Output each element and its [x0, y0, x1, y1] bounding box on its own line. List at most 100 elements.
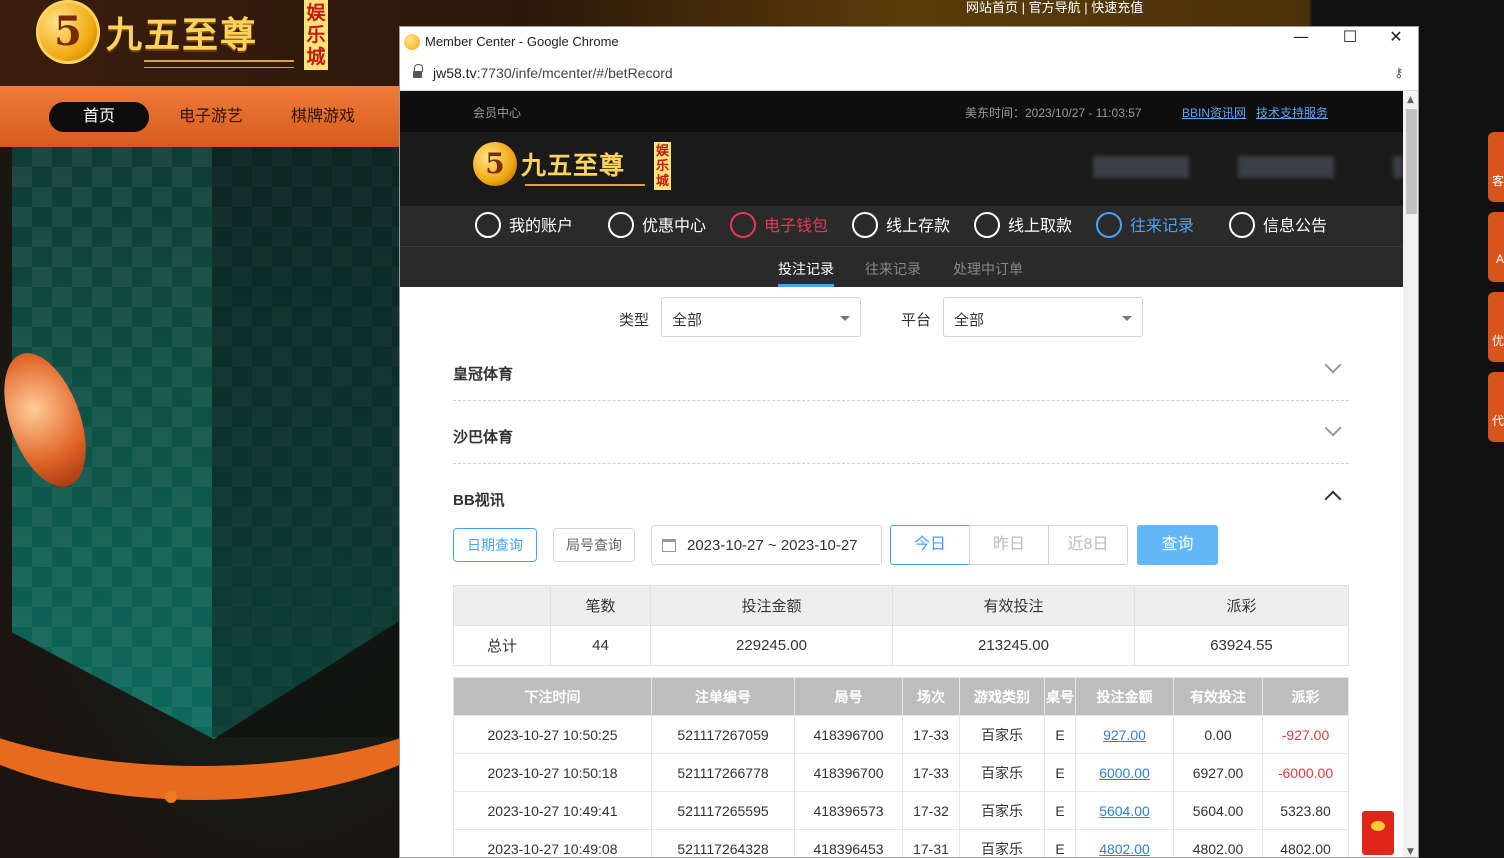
- detail-header: 局号: [794, 677, 903, 716]
- side-tab-service[interactable]: 客: [1488, 132, 1504, 202]
- title-bar[interactable]: Member Center - Google Chrome — ☐ ✕: [400, 27, 1418, 57]
- chevron-down-icon: [1324, 419, 1342, 437]
- search-button[interactable]: 查询: [1137, 525, 1218, 565]
- close-button[interactable]: ✕: [1373, 27, 1418, 57]
- round-query-button[interactable]: 局号查询: [553, 528, 635, 562]
- summary-header-row: 笔数 投注金额 有效投注 派彩: [453, 585, 1349, 626]
- tech-support-link[interactable]: 技术支持服务: [1256, 104, 1328, 121]
- tab-bet-records[interactable]: 投注记录: [778, 259, 834, 279]
- summary-header: 投注金额: [650, 585, 893, 626]
- yesterday-button[interactable]: 昨日: [969, 525, 1049, 565]
- vertical-scrollbar[interactable]: ▲ ▼: [1403, 91, 1418, 857]
- logo-tag: 娱乐城: [304, 0, 328, 70]
- bbin-info-link[interactable]: BBIN资讯网: [1182, 104, 1246, 121]
- table-cell: E: [1044, 791, 1076, 830]
- mc-logo[interactable]: 5 九五至尊 娱乐城: [473, 142, 673, 198]
- type-label: 类型: [619, 312, 650, 329]
- platform-select[interactable]: 全部: [943, 297, 1143, 337]
- side-tab-agent[interactable]: 代: [1488, 372, 1504, 442]
- table-cell: 521117266778: [651, 753, 795, 792]
- bg-logo[interactable]: 5 九五至尊 娱乐城: [36, 0, 328, 78]
- bet-detail-table: 下注时间 注单编号 局号 场次 游戏类别 桌号 投注金额 有效投注 派彩 202…: [453, 677, 1349, 857]
- table-cell: 4802.00: [1262, 829, 1349, 857]
- page-content: 会员中心 美东时间：2023/10/27 - 11:03:57 BBIN资讯网 …: [400, 91, 1403, 857]
- today-button[interactable]: 今日: [890, 525, 970, 565]
- bet-amount-link[interactable]: 4802.00: [1075, 829, 1174, 857]
- table-cell: 521117264328: [651, 829, 795, 857]
- mc-logo-coin-icon: 5: [473, 142, 517, 186]
- address-bar[interactable]: jw58.tv:7730/infe/mcenter/#/betRecord ⚷: [400, 57, 1418, 91]
- detail-header: 游戏类别: [959, 677, 1045, 716]
- section-saba-sports[interactable]: 沙巴体育: [453, 402, 1349, 464]
- date-range-input[interactable]: 2023-10-27 ~ 2023-10-27: [651, 525, 882, 565]
- nav-records[interactable]: 往来记录: [1096, 211, 1194, 240]
- url-text[interactable]: jw58.tv:7730/infe/mcenter/#/betRecord: [433, 65, 673, 81]
- nav-label: 我的账户: [509, 218, 574, 235]
- east-us-time: 美东时间：2023/10/27 - 11:03:57: [965, 106, 1142, 120]
- logo-ornament: [144, 60, 294, 68]
- table-cell: 百家乐: [959, 753, 1045, 792]
- red-envelope-icon[interactable]: [1362, 811, 1394, 855]
- bet-amount-link[interactable]: 5604.00: [1075, 791, 1174, 830]
- bg-nav-home[interactable]: 首页: [49, 102, 149, 132]
- section-title: BB视讯: [453, 492, 505, 509]
- last-8-days-button[interactable]: 近8日: [1048, 525, 1128, 565]
- table-cell: 百家乐: [959, 715, 1045, 754]
- nav-label: 信息公告: [1263, 218, 1328, 235]
- nav-promotions[interactable]: 优惠中心: [608, 211, 706, 240]
- window-title: Member Center - Google Chrome: [425, 34, 619, 49]
- table-cell: 6927.00: [1173, 753, 1263, 792]
- scroll-up-icon[interactable]: ▲: [1407, 95, 1414, 105]
- key-icon[interactable]: ⚷: [1394, 66, 1404, 81]
- member-center-label: 会员中心: [473, 106, 522, 120]
- scrollbar-thumb[interactable]: [1406, 109, 1417, 214]
- nav-my-account[interactable]: 我的账户: [475, 211, 574, 240]
- table-cell: 521117267059: [651, 715, 795, 754]
- table-cell: E: [1044, 829, 1076, 857]
- lock-icon: [413, 64, 423, 79]
- maximize-button[interactable]: ☐: [1327, 27, 1373, 57]
- wallet-icon: [730, 211, 756, 238]
- nav-withdraw[interactable]: 线上取款: [974, 211, 1072, 240]
- summary-table: 笔数 投注金额 有效投注 派彩 总计 44 229245.00 213245.0…: [453, 585, 1349, 666]
- calendar-icon: [662, 539, 676, 552]
- bet-amount-link[interactable]: 6000.00: [1075, 753, 1174, 792]
- side-tab-promo[interactable]: 优: [1488, 292, 1504, 362]
- section-crown-sports[interactable]: 皇冠体育: [453, 339, 1349, 401]
- nav-deposit[interactable]: 线上存款: [852, 211, 951, 240]
- section-bb-live[interactable]: BB视讯: [453, 465, 1349, 527]
- detail-header: 派彩: [1262, 677, 1349, 716]
- tab-pending-orders[interactable]: 处理中订单: [953, 259, 1023, 279]
- side-tab-app[interactable]: A: [1488, 212, 1504, 282]
- detail-header: 有效投注: [1173, 677, 1263, 716]
- table-cell: 17-33: [902, 753, 960, 792]
- summary-cell: 229245.00: [650, 625, 893, 666]
- mc-logo-ornament: [525, 184, 645, 190]
- scroll-down-icon[interactable]: ▼: [1407, 847, 1414, 857]
- nav-label: 线上存款: [886, 218, 951, 235]
- deposit-icon: [852, 211, 878, 238]
- table-cell: 418396700: [794, 715, 903, 754]
- table-row: 2023-10-27 10:49:41 521117265595 418396573…: [453, 791, 1349, 830]
- date-query-button[interactable]: 日期查询: [453, 528, 537, 562]
- minimize-button[interactable]: —: [1278, 27, 1324, 57]
- nav-e-wallet[interactable]: 电子钱包: [730, 211, 829, 240]
- url-path: :7730/infe/mcenter/#/betRecord: [476, 65, 673, 81]
- caret-down-icon: [1122, 316, 1132, 321]
- bg-top-links[interactable]: 网站首页 | 官方导航 | 快速充值: [966, 0, 1143, 16]
- type-select[interactable]: 全部: [661, 297, 861, 337]
- carousel-dot[interactable]: [165, 791, 177, 803]
- table-cell: 百家乐: [959, 829, 1045, 857]
- summary-header: 有效投注: [892, 585, 1135, 626]
- table-cell: 5323.80: [1262, 791, 1349, 830]
- bg-nav-cards[interactable]: 棋牌游戏: [291, 102, 355, 132]
- nav-label: 电子钱包: [764, 218, 829, 235]
- nav-announcements[interactable]: 信息公告: [1229, 211, 1328, 240]
- detail-header-row: 下注时间 注单编号 局号 场次 游戏类别 桌号 投注金额 有效投注 派彩: [453, 677, 1349, 716]
- detail-header: 桌号: [1044, 677, 1076, 716]
- tab-transaction-records[interactable]: 往来记录: [865, 259, 921, 279]
- table-row: 2023-10-27 10:49:08 521117264328 418396453…: [453, 829, 1349, 857]
- bet-amount-link[interactable]: 927.00: [1075, 715, 1174, 754]
- bg-nav-slots[interactable]: 电子游艺: [179, 102, 243, 132]
- section-title: 沙巴体育: [453, 429, 514, 446]
